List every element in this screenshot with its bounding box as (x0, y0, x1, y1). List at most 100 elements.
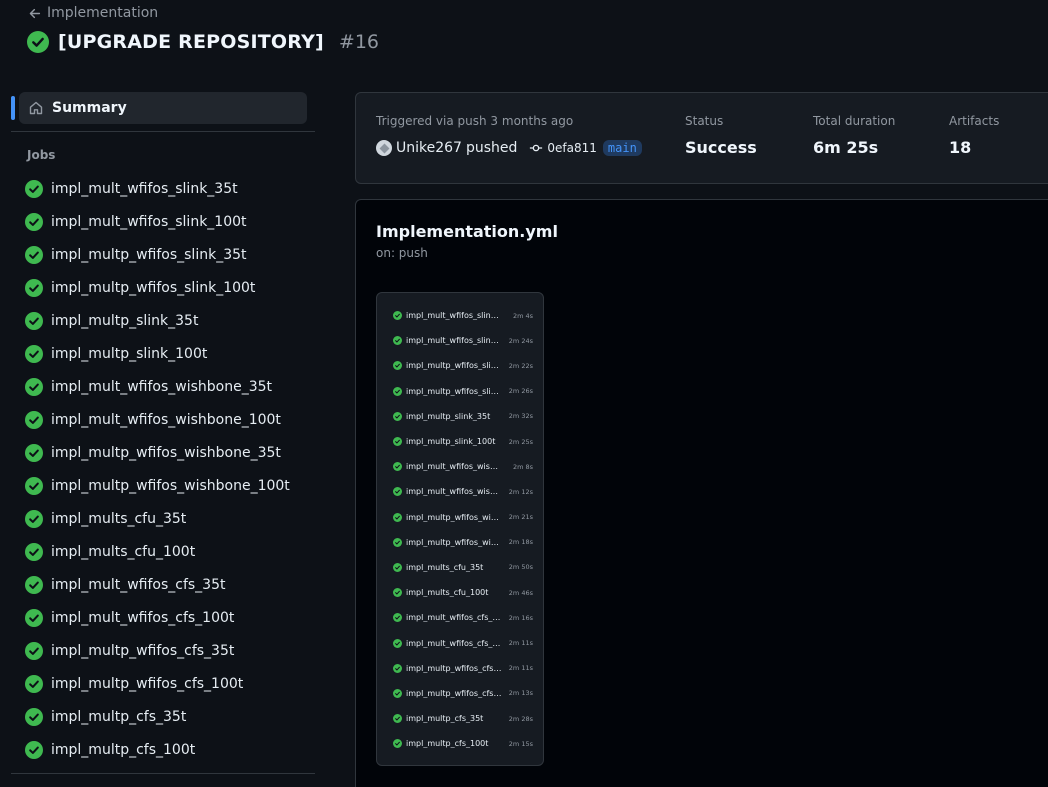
back-to-workflow-link[interactable]: Implementation (28, 5, 158, 21)
graph-job-node[interactable]: impl_mult_wfifos_wish... 2m 12s (393, 479, 533, 504)
graph-job-node[interactable]: impl_mult_wfifos_cfs_3... 2m 16s (393, 605, 533, 630)
back-link-label: Implementation (47, 5, 159, 21)
check-circle-fill-icon (393, 562, 402, 572)
artifacts-label: Artifacts (949, 114, 1000, 128)
branch-badge[interactable]: main (602, 140, 642, 156)
check-circle-fill-icon (25, 245, 43, 264)
sidebar-job-item[interactable]: impl_multp_wfifos_slink_100t (25, 271, 315, 304)
sidebar-job-label: impl_multp_wfifos_slink_100t (51, 279, 256, 296)
check-circle-fill-icon (25, 575, 43, 594)
graph-job-node[interactable]: impl_mult_wfifos_cfs_1... 2m 11s (393, 630, 533, 655)
graph-job-duration: 2m 16s (508, 613, 533, 622)
sidebar-job-item[interactable]: impl_mult_wfifos_cfs_35t (25, 568, 315, 601)
graph-job-duration: 2m 15s (508, 739, 533, 748)
graph-job-label: impl_multp_slink_35t (406, 411, 491, 421)
sidebar-divider (11, 131, 315, 132)
graph-job-node[interactable]: impl_multp_wfifos_cfs_... 2m 13s (393, 681, 533, 706)
sidebar-job-item[interactable]: impl_mult_wfifos_cfs_100t (25, 601, 315, 634)
sidebar-job-item[interactable]: impl_mults_cfu_35t (25, 502, 315, 535)
graph-job-duration: 2m 13s (508, 689, 533, 698)
sidebar-divider-bottom (11, 773, 315, 774)
sidebar-job-item[interactable]: impl_multp_slink_100t (25, 337, 315, 370)
run-title-row: [UPGRADE REPOSITORY] #16 (27, 31, 379, 53)
sidebar-item-summary[interactable]: Summary (19, 92, 307, 124)
graph-job-node[interactable]: impl_multp_cfs_100t 2m 15s (393, 731, 533, 756)
workflow-run-page: Implementation [UPGRADE REPOSITORY] #16 … (0, 0, 1048, 787)
sidebar-item-summary-label: Summary (52, 100, 127, 116)
graph-job-label: impl_multp_wfifos_wis... (406, 537, 502, 547)
sidebar-job-label: impl_mult_wfifos_cfs_35t (51, 576, 226, 593)
graph-job-node[interactable]: impl_multp_wfifos_slin... 2m 26s (393, 379, 533, 404)
sidebar-job-label: impl_mult_wfifos_wishbone_35t (51, 378, 272, 395)
graph-job-label: impl_multp_cfs_100t (406, 739, 489, 749)
graph-job-label: impl_multp_wfifos_wis... (406, 512, 502, 522)
graph-job-node[interactable]: impl_mults_cfu_100t 2m 46s (393, 580, 533, 605)
sidebar-job-item[interactable]: impl_multp_wfifos_wishbone_35t (25, 436, 315, 469)
sidebar-job-item[interactable]: impl_multp_slink_35t (25, 304, 315, 337)
sidebar-job-label: impl_multp_cfs_35t (51, 708, 187, 725)
graph-job-node[interactable]: impl_mults_cfu_35t 2m 50s (393, 555, 533, 580)
sidebar-job-item[interactable]: impl_mult_wfifos_slink_35t (25, 172, 315, 205)
sidebar-job-label: impl_multp_slink_100t (51, 345, 208, 362)
graph-job-node[interactable]: impl_mult_wfifos_slink... 2m 24s (393, 328, 533, 353)
sidebar-job-item[interactable]: impl_multp_wfifos_slink_35t (25, 238, 315, 271)
graph-job-node[interactable]: impl_multp_wfifos_wis... 2m 18s (393, 530, 533, 555)
job-graph-list: impl_mult_wfifos_slink_... 2m 4s impl_mult… (393, 303, 533, 756)
graph-job-node[interactable]: impl_mult_wfifos_wishb... 2m 8s (393, 454, 533, 479)
check-circle-fill-icon (393, 487, 402, 497)
graph-job-node[interactable]: impl_multp_cfs_35t 2m 28s (393, 706, 533, 731)
graph-job-label: impl_multp_wfifos_cfs_... (406, 688, 502, 698)
graph-job-node[interactable]: impl_multp_wfifos_cfs_... 2m 11s (393, 656, 533, 681)
jobs-heading: Jobs (27, 148, 56, 162)
graph-job-label: impl_mult_wfifos_slink_... (406, 311, 502, 321)
check-circle-fill-icon (393, 588, 402, 598)
sidebar-job-item[interactable]: impl_mult_wfifos_slink_100t (25, 205, 315, 238)
check-circle-fill-icon (393, 361, 402, 371)
sidebar-job-item[interactable]: impl_mults_cfu_100t (25, 535, 315, 568)
sidebar-job-item[interactable]: impl_multp_wfifos_wishbone_100t (25, 469, 315, 502)
graph-job-duration: 2m 22s (508, 361, 533, 370)
graph-job-node[interactable]: impl_multp_slink_100t 2m 25s (393, 429, 533, 454)
graph-job-label: impl_mults_cfu_35t (406, 562, 484, 572)
duration-label: Total duration (813, 114, 896, 128)
duration-value: 6m 25s (813, 138, 879, 157)
graph-job-duration: 2m 4s (512, 311, 533, 320)
graph-job-label: impl_mult_wfifos_wish... (406, 487, 502, 497)
graph-job-duration: 2m 25s (508, 437, 533, 446)
commit-sha-link[interactable]: 0efa811 (547, 141, 597, 155)
graph-job-label: impl_mult_wfifos_wishb... (406, 462, 502, 472)
check-circle-fill-icon (393, 663, 402, 673)
check-circle-fill-icon (25, 740, 43, 759)
check-circle-fill-icon (393, 714, 402, 724)
graph-job-node[interactable]: impl_multp_slink_35t 2m 32s (393, 404, 533, 429)
trigger-action: pushed (465, 140, 518, 156)
status-value: Success (685, 138, 757, 157)
check-circle-fill-icon (25, 707, 43, 726)
sidebar-job-label: impl_mult_wfifos_wishbone_100t (51, 411, 281, 428)
graph-job-node[interactable]: impl_multp_wfifos_slin... 2m 22s (393, 353, 533, 378)
artifacts-count[interactable]: 18 (949, 138, 971, 157)
sidebar-job-item[interactable]: impl_multp_wfifos_cfs_100t (25, 667, 315, 700)
sidebar-job-label: impl_mult_wfifos_cfs_100t (51, 609, 235, 626)
check-circle-fill-icon (25, 476, 43, 495)
sidebar-job-item[interactable]: impl_multp_cfs_100t (25, 733, 315, 766)
sidebar-job-label: impl_multp_wfifos_cfs_35t (51, 642, 235, 659)
sidebar-job-item[interactable]: impl_multp_wfifos_cfs_35t (25, 634, 315, 667)
graph-job-node[interactable]: impl_mult_wfifos_slink_... 2m 4s (393, 303, 533, 328)
graph-job-node[interactable]: impl_multp_wfifos_wis... 2m 21s (393, 505, 533, 530)
graph-job-label: impl_mult_wfifos_cfs_1... (406, 638, 502, 648)
avatar[interactable] (376, 140, 392, 156)
actor-link[interactable]: Unike267 (396, 140, 462, 156)
check-circle-fill-icon (393, 512, 402, 522)
sidebar-job-item[interactable]: impl_mult_wfifos_wishbone_35t (25, 370, 315, 403)
sidebar-job-item[interactable]: impl_mult_wfifos_wishbone_100t (25, 403, 315, 436)
check-circle-fill-icon (393, 537, 402, 547)
sidebar-job-label: impl_multp_wfifos_wishbone_35t (51, 444, 281, 461)
check-circle-fill-icon (25, 641, 43, 660)
check-circle-fill-icon (393, 739, 402, 749)
page-title: [UPGRADE REPOSITORY] (58, 31, 324, 53)
run-number: #16 (338, 31, 380, 53)
graph-job-duration: 2m 32s (508, 412, 533, 421)
sidebar-job-item[interactable]: impl_multp_cfs_35t (25, 700, 315, 733)
git-commit-icon (530, 144, 543, 152)
